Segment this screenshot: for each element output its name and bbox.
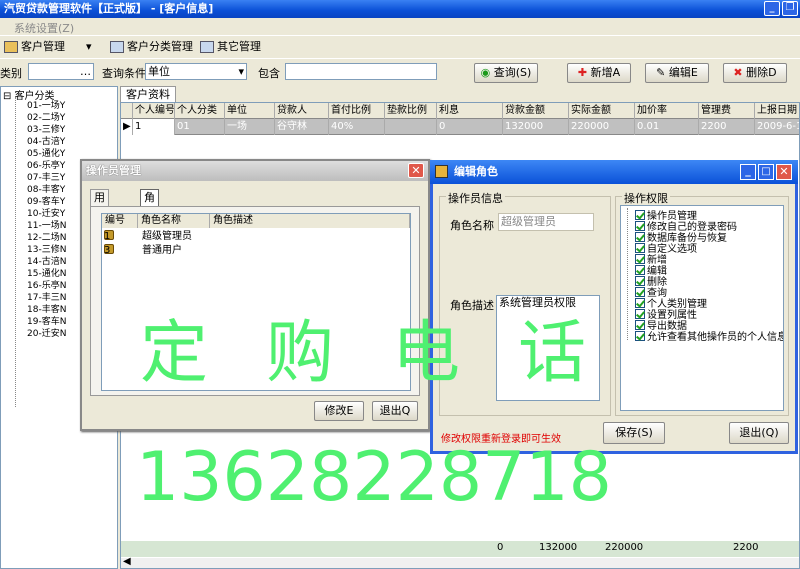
column-header[interactable]: 利息 [437, 103, 503, 119]
table-cell[interactable]: 2200 [699, 119, 755, 135]
add-button[interactable]: ✚ 新增A [567, 63, 631, 83]
role-name-field[interactable]: 超级管理员 [498, 213, 594, 231]
watermark-order-text: 定购电话 [140, 314, 645, 393]
column-header[interactable]: 实际金额 [569, 103, 635, 119]
column-header[interactable]: 角色描述 [210, 214, 410, 228]
minimize-button[interactable]: _ [740, 164, 756, 180]
dialog-title: 操作员管理 [82, 161, 428, 181]
table-cell[interactable]: 40% [329, 119, 385, 135]
customer-management-button[interactable]: 客户管理 ▾ [4, 39, 92, 55]
role-name-label: 角色名称 [450, 219, 494, 232]
table-cell[interactable]: 0 [437, 119, 503, 135]
menubar: 系统设置(Z) [0, 18, 800, 36]
close-icon[interactable]: ✕ [776, 164, 792, 180]
menu-system[interactable]: 系统设置(Z) [14, 20, 74, 36]
table-cell[interactable]: 01 [175, 119, 225, 135]
column-header[interactable]: 贷款人 [275, 103, 329, 119]
total-actual: 220000 [605, 542, 644, 553]
column-header[interactable]: 加价率 [635, 103, 699, 119]
close-icon[interactable]: ✕ [408, 163, 424, 178]
other-management-button[interactable]: 其它管理 [200, 39, 261, 55]
save-button[interactable]: 保存(S) [603, 422, 665, 444]
column-header[interactable]: 单位 [225, 103, 275, 119]
table-cell[interactable]: 220000 [569, 119, 635, 135]
tab-role-list[interactable]: 角色列表 [140, 189, 159, 252]
column-header[interactable]: 编号 [102, 214, 138, 228]
grid-icon [110, 41, 124, 53]
query-button[interactable]: ◉ 查询(S) [474, 63, 538, 83]
plus-icon: ✚ [577, 66, 588, 79]
column-header[interactable]: 上报日期 [755, 103, 799, 119]
horizontal-scrollbar[interactable]: ◀ [121, 556, 799, 568]
column-header[interactable]: 管理费 [699, 103, 755, 119]
app-titlebar: 汽贸贷款管理软件【正式版】 - [客户信息] _ ❐ [0, 0, 800, 18]
app-title: 汽贸贷款管理软件【正式版】 - [客户信息] [4, 2, 214, 15]
app-icon [435, 165, 448, 178]
total-interest: 0 [497, 542, 504, 553]
grid-header: 个人编号 个人分类 单位 贷款人 首付比例 垫款比例 利息 贷款金额 实际金额 … [121, 103, 799, 119]
modify-button[interactable]: 修改E [314, 401, 364, 421]
tab-customer-data[interactable]: 客户资料 [120, 86, 176, 102]
table-cell[interactable]: 谷守林 [275, 119, 329, 135]
users-icon [4, 41, 18, 53]
column-header[interactable]: 个人分类 [175, 103, 225, 119]
column-header[interactable]: 角色名称 [138, 214, 210, 228]
table-cell[interactable]: 1 [133, 119, 175, 135]
browse-icon[interactable]: … [80, 64, 91, 79]
table-cell[interactable] [385, 119, 437, 135]
total-fee: 2200 [733, 542, 759, 553]
category-label: 类别 [0, 67, 22, 80]
chevron-down-icon[interactable]: ▾ [238, 64, 244, 79]
category-input[interactable]: … [28, 63, 94, 80]
exit-button[interactable]: 退出Q [372, 401, 418, 421]
dialog-title: 编辑角色 _ □ ✕ [430, 160, 798, 184]
tree-item[interactable]: 20-迁安N [27, 326, 66, 339]
minimize-button[interactable]: _ [764, 1, 780, 16]
table-cell[interactable]: 0.01 [635, 119, 699, 135]
list-item[interactable]: 1 超级管理员 [102, 230, 402, 244]
delete-button[interactable]: ✖ 删除D [723, 63, 787, 83]
contains-label: 包含 [258, 67, 280, 80]
grid-icon [200, 41, 214, 53]
condition-select[interactable]: 单位 ▾ [145, 63, 247, 80]
column-header[interactable]: 垫款比例 [385, 103, 437, 119]
maximize-button[interactable]: □ [758, 164, 774, 180]
watermark-phone: 13628228718 [136, 438, 612, 517]
table-row[interactable]: ▶ 1 01 一场 谷守林 40% 0 132000 220000 0.01 2… [121, 119, 799, 135]
table-cell[interactable]: 132000 [503, 119, 569, 135]
condition-label: 查询条件 [102, 67, 146, 80]
permission-list[interactable]: 操作员管理 修改自己的登录密码 数据库备份与恢复 自定义选项 新增 编辑 删除 … [620, 205, 784, 411]
edit-button[interactable]: ✎ 编辑E [645, 63, 709, 83]
filter-bar: 类别 … 查询条件 单位 ▾ 包含 ◉ 查询(S) ✚ 新增A ✎ 编辑E ✖ … [0, 58, 800, 86]
tab-user-list[interactable]: 用户列表 [90, 189, 109, 252]
contains-input[interactable] [285, 63, 437, 80]
scroll-left-icon[interactable]: ◀ [123, 556, 131, 567]
column-header[interactable]: 首付比例 [329, 103, 385, 119]
delete-icon: ✖ [733, 66, 743, 79]
category-management-button[interactable]: 客户分类管理 [110, 39, 193, 55]
exit-button[interactable]: 退出(Q) [729, 422, 789, 444]
toolbar: 客户管理 ▾ 客户分类管理 其它管理 [0, 36, 800, 58]
table-cell[interactable]: 2009-6-19 [755, 119, 799, 135]
edit-icon: ✎ [656, 66, 666, 79]
search-icon: ◉ [480, 66, 491, 79]
table-cell[interactable]: 一场 [225, 119, 275, 135]
restore-button[interactable]: ❐ [782, 1, 798, 16]
column-header[interactable]: 贷款金额 [503, 103, 569, 119]
row-pointer-icon: ▶ [121, 119, 133, 135]
permission-item[interactable]: 允许查看其他操作员的个人信息 [635, 328, 783, 343]
totals-row: 0 132000 220000 2200 [121, 541, 799, 557]
total-loan: 132000 [539, 542, 578, 553]
chevron-down-icon[interactable]: ▾ [86, 39, 92, 55]
list-item[interactable]: 3 普通用户 [102, 244, 402, 258]
column-header[interactable]: 个人编号 [133, 103, 175, 119]
